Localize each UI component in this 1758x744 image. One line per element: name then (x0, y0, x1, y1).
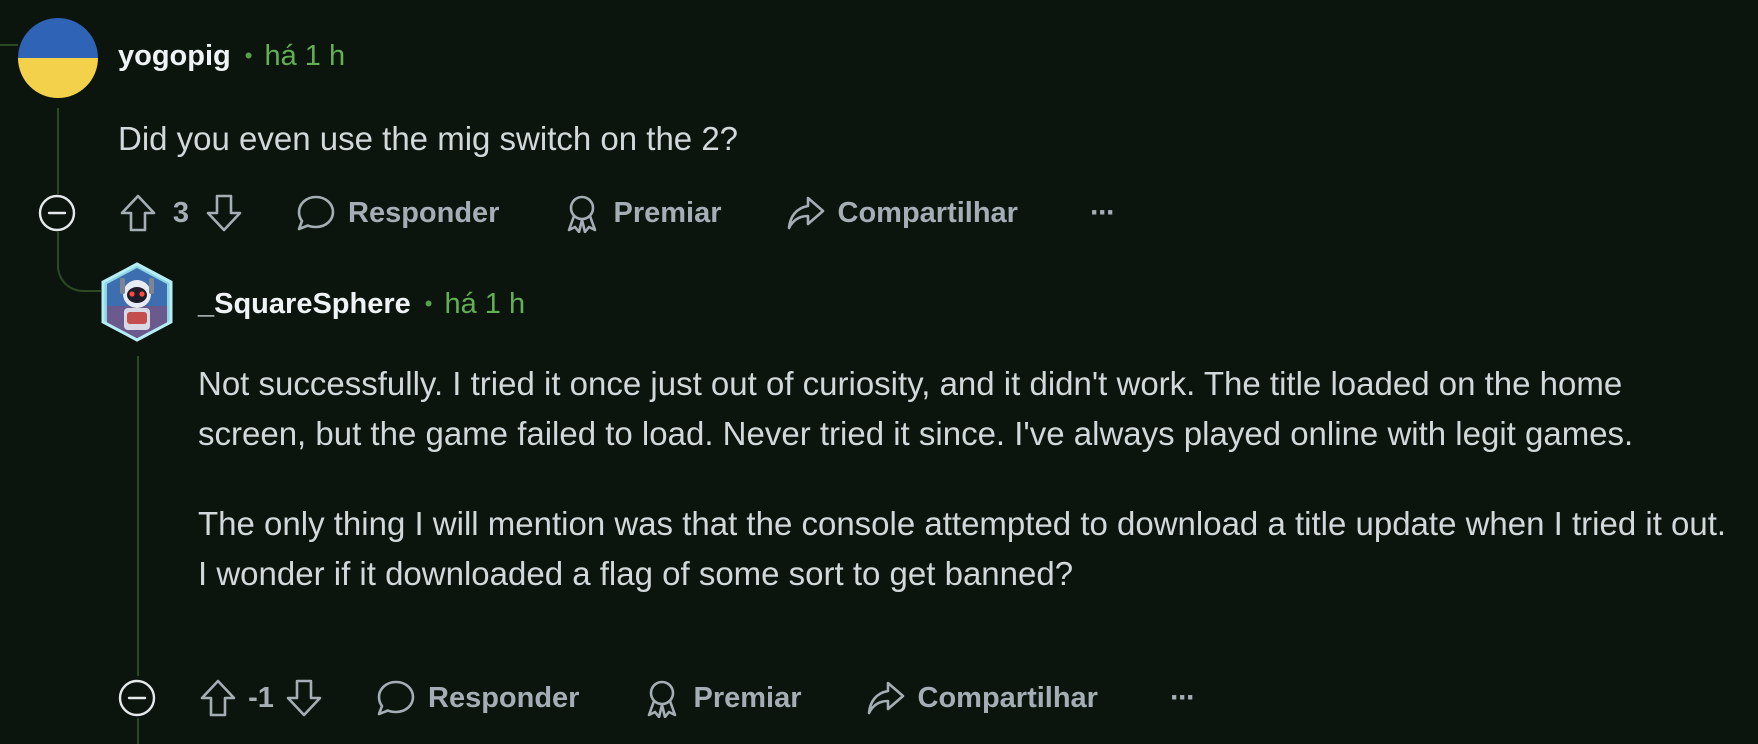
username[interactable]: _SquareSphere (198, 288, 411, 321)
collapse-icon[interactable] (38, 194, 76, 232)
reply-label: Responder (428, 681, 580, 714)
downvote-icon[interactable] (202, 191, 246, 235)
award-label: Premiar (613, 196, 722, 229)
comment-actions: -1 Responder Premiar Compartilhar ··· (196, 670, 1196, 726)
award-icon (648, 680, 677, 718)
award-icon (568, 195, 597, 233)
vote-count: -1 (248, 681, 274, 714)
thread-line-first-vertical[interactable] (57, 108, 59, 194)
share-label: Compartilhar (837, 196, 1018, 229)
more-options-icon: ··· (1169, 681, 1196, 714)
share-button[interactable]: Compartilhar (786, 194, 1018, 232)
share-label: Compartilhar (917, 681, 1098, 714)
reply-button[interactable]: Responder (296, 194, 499, 232)
more-options-button[interactable]: ··· (1089, 196, 1116, 230)
comment-paragraph: The only thing I will mention was that t… (198, 505, 1727, 592)
avatar[interactable] (18, 18, 98, 98)
collapse-icon[interactable] (118, 679, 156, 717)
share-icon (787, 196, 824, 230)
comment-bubble-icon (377, 680, 415, 716)
share-button[interactable]: Compartilhar (866, 679, 1098, 717)
meta-separator: • (244, 43, 253, 68)
comment-meta: yogopig • há 1 h (118, 40, 345, 73)
comment-thread: yogopig • há 1 h Did you even use the mi… (0, 0, 1758, 744)
comment-paragraph: Did you even use the mig switch on the 2… (118, 120, 739, 157)
upvote-icon[interactable] (196, 676, 240, 720)
avatar[interactable] (100, 262, 174, 342)
comment-body: Not successfully. I tried it once just o… (198, 359, 1728, 639)
reply-label: Responder (348, 196, 500, 229)
comment-timestamp[interactable]: há 1 h (264, 40, 345, 73)
comment-meta: _SquareSphere • há 1 h (198, 288, 525, 321)
award-label: Premiar (693, 681, 802, 714)
thread-line-bottom-continuation (137, 718, 139, 744)
upvote-icon[interactable] (116, 191, 160, 235)
award-button[interactable]: Premiar (563, 193, 722, 233)
comment-bubble-icon (297, 195, 335, 231)
comment-timestamp[interactable]: há 1 h (444, 288, 525, 321)
vote-count: 3 (172, 196, 190, 229)
comment-actions: 3 Responder Premiar Compartilhar ··· (116, 185, 1116, 241)
thread-line-reply-connector[interactable] (57, 232, 101, 292)
comment-paragraph: Not successfully. I tried it once just o… (198, 365, 1634, 452)
more-options-button[interactable]: ··· (1169, 681, 1196, 715)
thread-line-second-vertical[interactable] (137, 356, 139, 676)
username[interactable]: yogopig (118, 40, 231, 73)
share-icon (867, 681, 904, 715)
meta-separator: • (424, 291, 433, 316)
thread-line-top-stub (0, 44, 18, 46)
award-button[interactable]: Premiar (643, 678, 802, 718)
downvote-icon[interactable] (282, 676, 326, 720)
more-options-icon: ··· (1089, 196, 1116, 229)
reply-button[interactable]: Responder (376, 679, 579, 717)
